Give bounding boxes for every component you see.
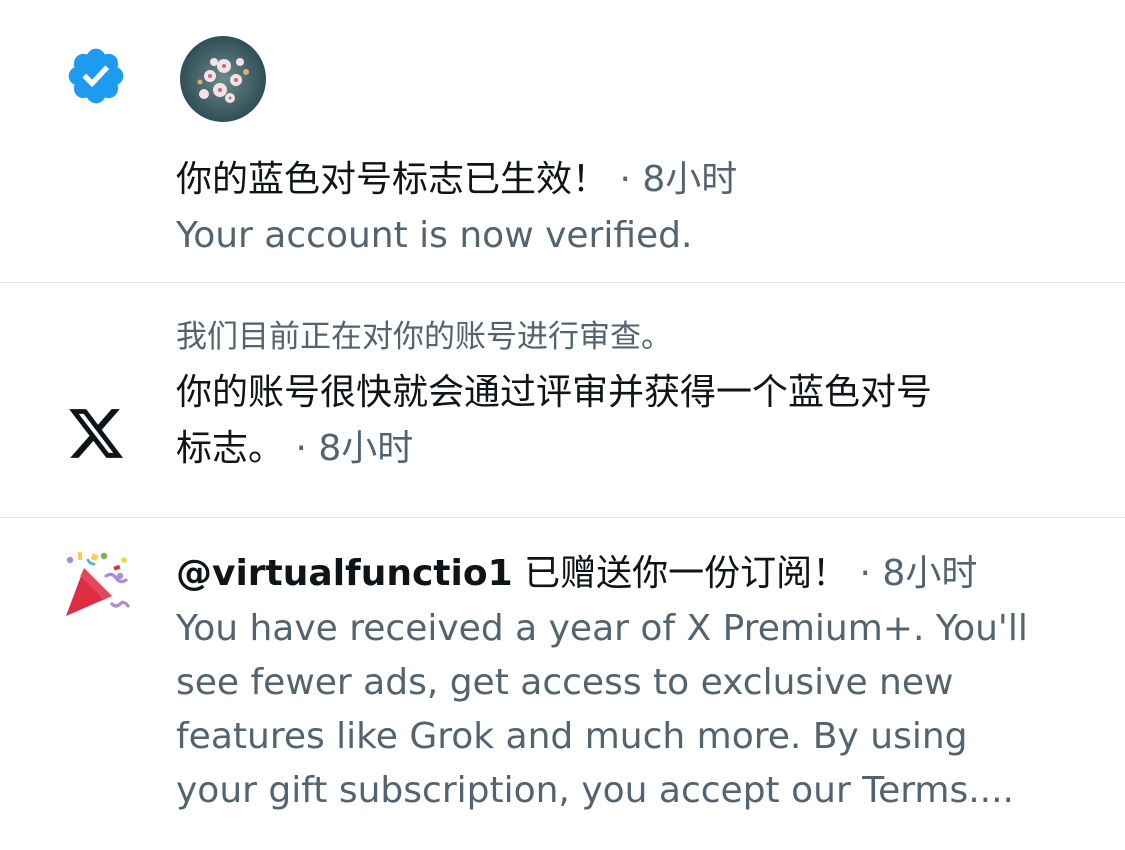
- notification-verified[interactable]: 你的蓝色对号标志已生效！ · 8小时 Your account is now v…: [0, 0, 1125, 283]
- timestamp: · 8小时: [848, 553, 978, 594]
- body-line: You have received a year of X Premium+. …: [176, 608, 1028, 649]
- notification-body: Your account is now verified.: [176, 215, 693, 256]
- body-line: your gift subscription, you accept our T…: [176, 770, 1014, 811]
- notification-title-cont: 标志。 · 8小时: [176, 428, 414, 469]
- party-popper-icon: [60, 548, 132, 620]
- body-line: see fewer ads, get access to exclusive n…: [176, 662, 954, 703]
- body-line: features like Grok and much more. By usi…: [176, 716, 968, 757]
- user-handle-link[interactable]: @virtualfunctio1: [176, 553, 513, 594]
- avatar[interactable]: [180, 36, 266, 122]
- notification-title: 你的账号很快就会通过评审并获得一个蓝色对号: [176, 372, 933, 413]
- verified-badge-icon: [60, 44, 132, 108]
- x-logo-icon: [60, 403, 132, 459]
- notification-title: 你的蓝色对号标志已生效！ · 8小时: [176, 159, 738, 200]
- notification-gift[interactable]: @virtualfunctio1 已赠送你一份订阅！ · 8小时 You hav…: [0, 518, 1125, 850]
- notification-review[interactable]: 我们目前正在对你的账号进行审查。 你的账号很快就会通过评审并获得一个蓝色对号 标…: [0, 283, 1125, 518]
- timestamp: · 8小时: [284, 428, 414, 469]
- notification-title: @virtualfunctio1 已赠送你一份订阅！ · 8小时: [176, 553, 978, 594]
- notification-body: You have received a year of X Premium+. …: [176, 602, 1085, 818]
- notification-context: 我们目前正在对你的账号进行审查。: [176, 319, 672, 355]
- timestamp: · 8小时: [608, 159, 738, 200]
